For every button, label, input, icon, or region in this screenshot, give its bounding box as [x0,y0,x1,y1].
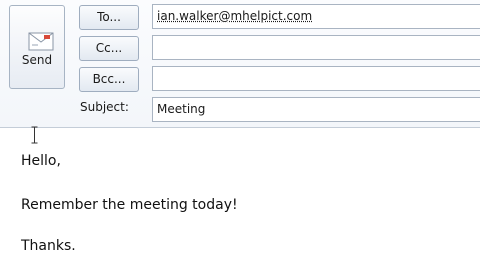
text-cursor-icon [31,126,38,144]
body-closing: Thanks. [21,238,76,254]
to-recipient[interactable]: ian.walker@mhelpict.com [157,9,312,23]
bcc-button[interactable]: Bcc... [79,67,139,92]
compose-header: Send To... ian.walker@mhelpict.com Cc...… [0,0,480,128]
to-field[interactable]: ian.walker@mhelpict.com [152,4,480,29]
body-line: Remember the meeting today! [21,197,238,213]
envelope-send-icon [28,32,54,51]
to-button[interactable]: To... [79,5,139,30]
send-button[interactable]: Send [9,5,65,89]
subject-label: Subject: [80,100,129,114]
body-greeting: Hello, [21,153,61,169]
subject-field[interactable]: Meeting [152,97,480,122]
send-button-label: Send [21,53,53,67]
bcc-field[interactable] [152,66,480,91]
cc-button[interactable]: Cc... [79,36,139,61]
cc-field[interactable] [152,35,480,60]
